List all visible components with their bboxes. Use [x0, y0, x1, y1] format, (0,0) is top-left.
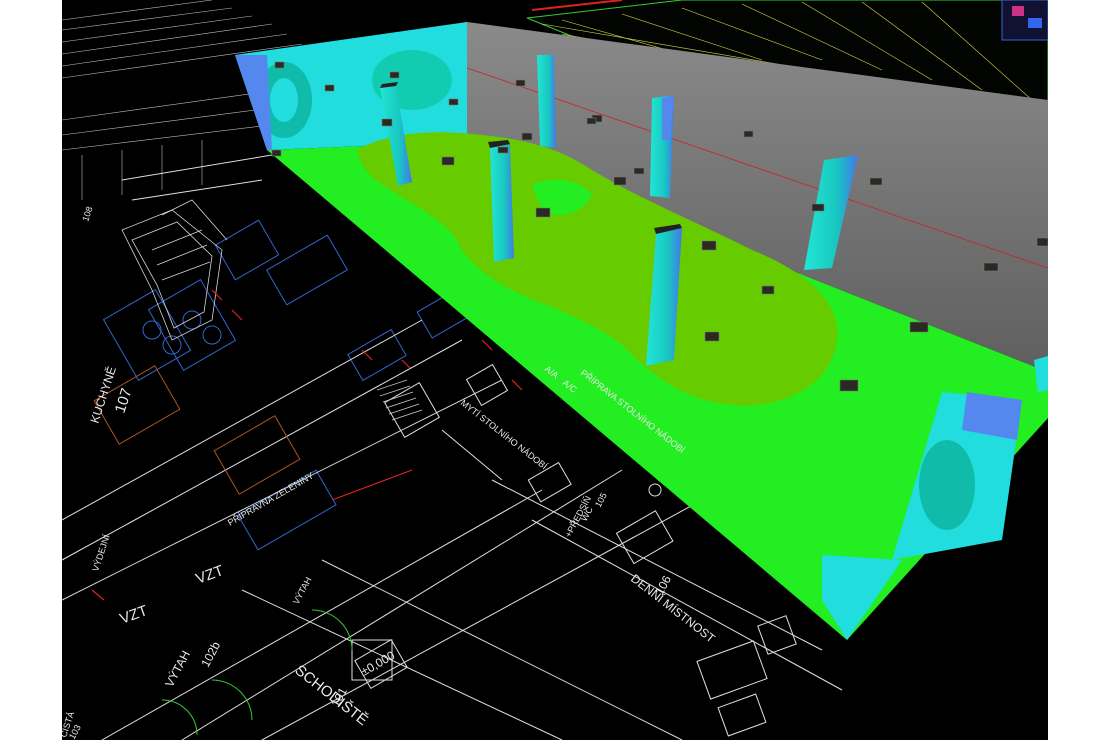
- lift-number: 102b: [198, 639, 223, 669]
- room-105-number: 105: [593, 491, 609, 509]
- wall-hotspot-inner: [270, 78, 298, 122]
- grid-bubble: [648, 483, 662, 497]
- lighting-scene[interactable]: 106 DENNÍ MÍSTNOST 105 WC +PŘEDSÍŇ SCHOD…: [62, 0, 1048, 740]
- vessel-wash-note: MYTÍ STOLNÍHO NÁDOBÍ: [459, 398, 550, 472]
- vzt-label-1: VZT: [194, 562, 226, 588]
- room-108-label: 108: [80, 205, 94, 222]
- lift-name-upper: VÝTAH: [291, 575, 314, 606]
- column: [537, 55, 556, 148]
- left-wall-edge: [235, 55, 272, 150]
- vegetable-prep-label: PŘÍPRAVNA ZELENINY: [226, 470, 315, 527]
- right-wall-hotspot: [919, 440, 975, 530]
- stair-steps: [376, 379, 423, 421]
- lift-name: VÝTAH: [161, 648, 193, 690]
- room-106-name: DENNÍ MÍSTNOST: [628, 571, 719, 646]
- brown-fixtures: [93, 365, 301, 495]
- vzt-label-2: VZT: [118, 602, 150, 628]
- room-107-name: KUCHYNĚ: [87, 364, 119, 424]
- kitchen-machine-sketch: [121, 199, 228, 341]
- vydejni-label: VÝDEJNÍ: [90, 533, 111, 573]
- screenshot-frame: 106 DENNÍ MÍSTNOST 105 WC +PŘEDSÍŇ SCHOD…: [0, 0, 1110, 740]
- lighting-room-model: [235, 22, 1048, 640]
- room-107-number: 107: [112, 386, 136, 415]
- 3d-lighting-viewport[interactable]: 106 DENNÍ MÍSTNOST 105 WC +PŘEDSÍŇ SCHOD…: [62, 0, 1048, 740]
- column: [650, 95, 674, 198]
